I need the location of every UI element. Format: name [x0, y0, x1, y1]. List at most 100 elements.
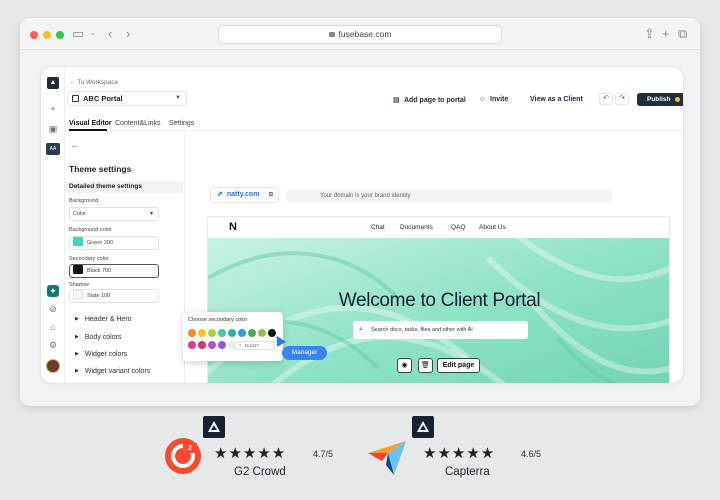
color-swatch-option[interactable] [188, 329, 196, 337]
undo-button[interactable]: ↶ [599, 93, 613, 105]
hero-title: Welcome to Client Portal [338, 290, 541, 311]
view-as-client-button[interactable]: View as a Client [530, 96, 583, 103]
section-label: Widget colors [84, 351, 128, 358]
section-label: Body colors [84, 334, 122, 341]
app-logo-icon[interactable]: ▲ [47, 77, 59, 89]
portal-name: ABC Portal [83, 94, 123, 103]
close-window-button[interactable] [30, 31, 38, 39]
color-swatch-option[interactable] [208, 329, 216, 337]
add-page-button[interactable]: ▤ Add page to portal [393, 96, 466, 104]
expand-triangle-icon: ▶ [75, 334, 79, 340]
background-select[interactable]: Color ▾ [69, 207, 159, 221]
capterra-name: Capterra [445, 466, 490, 478]
minimize-window-button[interactable] [43, 31, 51, 39]
delete-button[interactable]: 🗑 [418, 358, 433, 373]
settings-gear-icon[interactable]: ⚙ [47, 339, 59, 351]
section-label: Header & Hero [84, 316, 132, 323]
graduation-icon[interactable]: ⌂ [47, 321, 59, 333]
portal-selector[interactable]: ABC Portal ▼ [67, 91, 187, 106]
section-widget-variant-colors[interactable]: ▶ Widget variant colors [75, 368, 150, 375]
url-text: fusebase.com [338, 29, 392, 39]
edit-page-button[interactable]: Edit page [437, 358, 480, 373]
section-body-colors[interactable]: ▶ Body colors [75, 334, 121, 341]
tab-visual-editor[interactable]: Visual Editor [69, 120, 112, 127]
redo-button[interactable]: ↷ [615, 93, 629, 105]
secondary-color-field[interactable]: Black 700 [69, 264, 159, 278]
pin-icon[interactable]: ✦ [47, 285, 59, 297]
secondary-color-popup: Choose secondary color #111317 [183, 312, 283, 361]
capterra-logo-icon [368, 441, 406, 475]
back-arrow-icon[interactable]: ← [71, 141, 79, 150]
color-swatch-option[interactable] [188, 341, 196, 349]
color-swatch [73, 290, 83, 299]
hex-input[interactable]: #111317 [235, 341, 275, 350]
background-value: Color [73, 211, 87, 217]
site-logo-icon[interactable]: N [229, 221, 237, 233]
avatar[interactable] [46, 359, 60, 373]
section-widget-colors[interactable]: ▶ Widget colors [75, 351, 127, 358]
bg-color-field[interactable]: Green 200 [69, 236, 159, 250]
maximize-window-button[interactable] [56, 31, 64, 39]
tab-settings[interactable]: Settings [169, 120, 194, 127]
g2-stars: ★★★★★ [214, 445, 287, 462]
domain-field[interactable]: ⇗ natty.com ⧉ [210, 187, 279, 203]
tabs-overview-icon[interactable]: ⧉ [678, 26, 687, 42]
back-to-workspace-link[interactable]: ← To Workspace [69, 79, 118, 86]
hero-search-input[interactable]: ⌕ Search docs, tasks, files and other wit… [353, 321, 528, 339]
nav-item-documents[interactable]: Documents [400, 224, 433, 231]
nav-item-qaq[interactable]: QAQ [451, 224, 465, 231]
search-icon: ⌕ [359, 326, 363, 333]
add-icon[interactable]: + [47, 103, 59, 115]
bg-color-value: Green 200 [87, 240, 113, 246]
new-tab-icon[interactable]: + [662, 26, 670, 42]
eye-icon: ◉ [401, 362, 408, 369]
g2-name: G2 Crowd [234, 466, 286, 478]
color-swatch-option[interactable] [238, 329, 246, 337]
preview-eye-button[interactable]: ◉ [397, 358, 412, 373]
color-swatch-option[interactable] [208, 341, 216, 349]
fusebase-logo-icon [203, 416, 225, 438]
page-plus-icon: ▤ [393, 97, 400, 104]
text-style-icon[interactable]: AA [46, 143, 60, 155]
shadow-field[interactable]: Slate 100 [69, 289, 159, 303]
custom-color-swatch[interactable] [228, 341, 236, 349]
color-swatch-option[interactable] [218, 329, 226, 337]
invite-button[interactable]: ☺ Invite [479, 96, 508, 103]
color-swatch-option[interactable] [198, 329, 206, 337]
color-swatch-option[interactable] [228, 329, 236, 337]
share-icon[interactable]: ⇪ [644, 26, 655, 42]
tab-content-links[interactable]: Content&Links [115, 120, 161, 127]
nav-item-about-us[interactable]: About Us [479, 224, 506, 231]
page-content: ▲ + ▣ AA ✦ ⊘ ⌂ ⚙ ← To Workspace ABC Port… [20, 50, 700, 406]
chevron-down-icon: ▼ [175, 95, 181, 101]
chevron-down-icon: ▾ [149, 211, 153, 217]
link-icon[interactable]: ⊘ [47, 303, 59, 315]
chevron-down-icon[interactable]: ⌄ [90, 26, 96, 42]
color-swatch-option[interactable] [198, 341, 206, 349]
expand-triangle-icon: ▶ [75, 316, 79, 322]
capterra-stars: ★★★★★ [423, 445, 496, 462]
address-bar[interactable]: fusebase.com [218, 25, 502, 44]
forward-arrow-icon[interactable]: › [126, 26, 130, 42]
back-arrow-icon[interactable]: ‹ [108, 26, 112, 42]
publish-button[interactable]: Publish [637, 93, 683, 106]
hash-symbol: # [239, 343, 242, 348]
sidebar-toggle-icon[interactable]: ▭ [72, 26, 84, 42]
lock-icon[interactable]: ▣ [47, 123, 59, 135]
theme-settings-panel: ← Theme settings Detailed theme settings… [65, 131, 185, 383]
user-plus-icon: ☺ [479, 96, 487, 103]
color-swatch [73, 237, 83, 246]
shadow-value: Slate 100 [87, 293, 111, 299]
add-page-label: Add page to portal [404, 97, 466, 104]
trash-icon: 🗑 [421, 362, 430, 369]
color-swatch-option[interactable] [248, 329, 256, 337]
copy-icon[interactable]: ⧉ [269, 188, 273, 202]
domain-text: natty.com [226, 191, 260, 198]
color-swatch-option[interactable] [218, 341, 226, 349]
g2-score: 4.7/5 [313, 449, 334, 459]
section-header-hero[interactable]: ▶ Header & Hero [75, 316, 132, 323]
nav-item-chat[interactable]: Chat [371, 224, 385, 231]
color-swatch-option[interactable] [258, 329, 266, 337]
invite-label: Invite [490, 96, 509, 103]
app-window: ▲ + ▣ AA ✦ ⊘ ⌂ ⚙ ← To Workspace ABC Port… [40, 66, 684, 384]
